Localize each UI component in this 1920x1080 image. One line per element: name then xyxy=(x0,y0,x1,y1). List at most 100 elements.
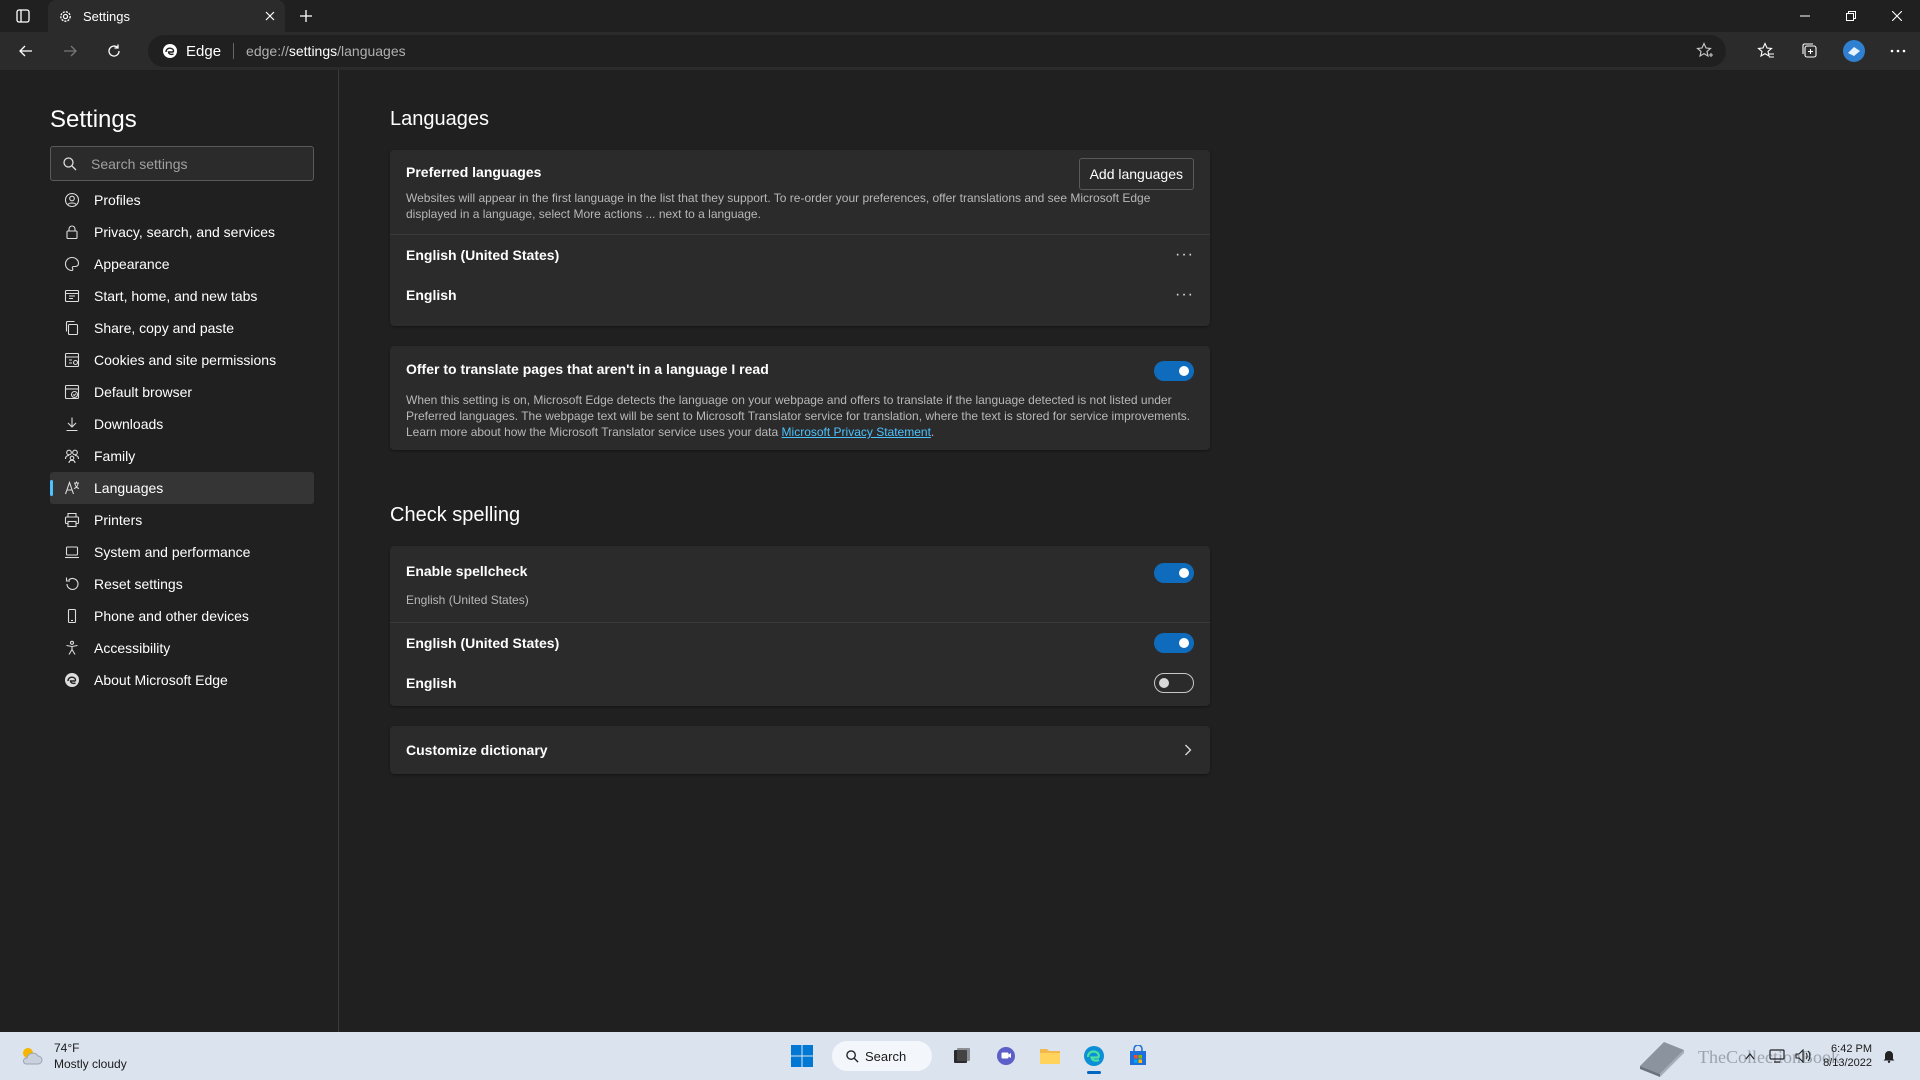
preferred-languages-title: Preferred languages xyxy=(406,164,542,180)
enable-spellcheck-title: Enable spellcheck xyxy=(406,563,528,579)
weather-text: 74°F Mostly cloudy xyxy=(54,1040,127,1072)
system-tray: 6:42 PM 8/13/2022 xyxy=(1745,1038,1896,1074)
edge-logo-icon xyxy=(163,44,177,58)
download-icon xyxy=(64,416,80,432)
enable-spellcheck-sub-row: English (United States) xyxy=(390,592,1210,622)
sidebar-item-default-browser[interactable]: Default browser xyxy=(50,376,314,408)
edge-icon xyxy=(1084,1046,1104,1066)
customize-dictionary-title: Customize dictionary xyxy=(406,742,548,758)
restore-button[interactable] xyxy=(1828,0,1874,32)
enable-spellcheck-row: Enable spellcheck xyxy=(390,546,1210,592)
share-icon xyxy=(64,320,80,336)
preferred-languages-header: Preferred languages Add languages xyxy=(390,150,1210,190)
tab-actions-icon xyxy=(16,9,30,23)
add-favorite-icon[interactable] xyxy=(1696,42,1714,60)
browser-toolbar: Edge edge://settings/languages xyxy=(0,32,1920,70)
sidebar-item-reset[interactable]: Reset settings xyxy=(50,568,314,600)
sidebar-item-languages[interactable]: Languages xyxy=(50,472,314,504)
cookies-icon xyxy=(64,352,80,368)
more-actions-button[interactable]: ··· xyxy=(1175,246,1194,264)
customize-dictionary-card[interactable]: Customize dictionary xyxy=(390,726,1210,774)
privacy-statement-link[interactable]: Microsoft Privacy Statement xyxy=(782,425,931,439)
spellcheck-language-row: English xyxy=(390,663,1210,703)
close-window-button[interactable] xyxy=(1874,0,1920,32)
search-icon xyxy=(63,156,77,170)
profile-icon xyxy=(64,192,80,208)
spellcheck-lang-toggle[interactable] xyxy=(1154,633,1194,653)
translate-row: Offer to translate pages that aren't in … xyxy=(390,346,1210,392)
sidebar-item-system[interactable]: System and performance xyxy=(50,536,314,568)
settings-sidebar: Settings Profiles Privacy, search, and s… xyxy=(0,70,339,1032)
back-button[interactable] xyxy=(8,35,44,67)
more-actions-button[interactable]: ··· xyxy=(1175,286,1194,304)
weather-widget[interactable]: 74°F Mostly cloudy xyxy=(18,1040,127,1072)
forward-button[interactable] xyxy=(52,35,88,67)
url-text: edge://settings/languages xyxy=(246,43,406,59)
sidebar-item-family[interactable]: Family xyxy=(50,440,314,472)
spellcheck-language-row: English (United States) xyxy=(390,623,1210,663)
tab-actions-button[interactable] xyxy=(0,0,46,32)
favorites-button[interactable] xyxy=(1744,32,1788,70)
sidebar-item-downloads[interactable]: Downloads xyxy=(50,408,314,440)
store-button[interactable] xyxy=(1118,1038,1158,1074)
translate-description: When this setting is on, Microsoft Edge … xyxy=(406,393,1191,439)
accessibility-icon xyxy=(64,640,80,656)
taskbar-search[interactable]: Search xyxy=(832,1041,932,1071)
search-settings-box[interactable] xyxy=(50,146,314,181)
search-icon xyxy=(846,1049,859,1063)
clock[interactable]: 6:42 PM 8/13/2022 xyxy=(1823,1042,1872,1070)
sidebar-title: Settings xyxy=(50,106,137,133)
network-icon[interactable] xyxy=(1769,1049,1785,1063)
start-button[interactable] xyxy=(782,1038,822,1074)
sidebar-item-profiles[interactable]: Profiles xyxy=(50,184,314,216)
notification-bell-icon[interactable] xyxy=(1882,1049,1896,1063)
sidebar-item-phone[interactable]: Phone and other devices xyxy=(50,600,314,632)
address-bar[interactable]: Edge edge://settings/languages xyxy=(148,35,1726,67)
edge-taskbar-button[interactable] xyxy=(1074,1038,1114,1074)
reset-icon xyxy=(64,576,80,592)
new-tab-button[interactable] xyxy=(292,0,320,32)
gear-icon xyxy=(60,10,71,22)
spellcheck-card: Enable spellcheck English (United States… xyxy=(390,546,1210,706)
minimize-button[interactable] xyxy=(1782,0,1828,32)
chevron-up-icon[interactable] xyxy=(1745,1052,1755,1060)
translate-title: Offer to translate pages that aren't in … xyxy=(406,361,769,377)
file-explorer-button[interactable] xyxy=(1030,1038,1070,1074)
sidebar-nav-list: Profiles Privacy, search, and services A… xyxy=(50,184,314,696)
printer-icon xyxy=(64,512,80,528)
sidebar-item-appearance[interactable]: Appearance xyxy=(50,248,314,280)
add-languages-button[interactable]: Add languages xyxy=(1078,158,1194,190)
edge-icon xyxy=(64,672,80,688)
store-icon xyxy=(1130,1045,1146,1065)
sidebar-item-share-copy[interactable]: Share, copy and paste xyxy=(50,312,314,344)
profile-avatar-button[interactable] xyxy=(1832,32,1876,70)
refresh-button[interactable] xyxy=(96,35,132,67)
sidebar-item-privacy[interactable]: Privacy, search, and services xyxy=(50,216,314,248)
translate-card: Offer to translate pages that aren't in … xyxy=(390,346,1210,450)
weather-temp: 74°F xyxy=(54,1041,80,1055)
minimize-icon xyxy=(1800,15,1810,17)
volume-icon[interactable] xyxy=(1795,1049,1811,1063)
sidebar-item-about[interactable]: About Microsoft Edge xyxy=(50,664,314,696)
close-icon xyxy=(1892,11,1902,21)
search-settings-input[interactable] xyxy=(91,155,291,172)
language-item: English (United States) ··· xyxy=(406,246,1194,264)
sidebar-item-cookies[interactable]: Cookies and site permissions xyxy=(50,344,314,376)
windows-logo-icon xyxy=(791,1045,813,1067)
sidebar-item-accessibility[interactable]: Accessibility xyxy=(50,632,314,664)
languages-heading: Languages xyxy=(390,108,489,130)
tab-settings[interactable]: Settings xyxy=(48,0,285,32)
sidebar-item-start-home[interactable]: Start, home, and new tabs xyxy=(50,280,314,312)
task-view-icon xyxy=(954,1048,970,1063)
more-menu-button[interactable] xyxy=(1876,32,1920,70)
spellcheck-toggle[interactable] xyxy=(1154,563,1194,583)
task-view-button[interactable] xyxy=(942,1038,982,1074)
translate-toggle[interactable] xyxy=(1154,361,1194,381)
weather-condition: Mostly cloudy xyxy=(54,1057,127,1071)
close-tab-icon[interactable] xyxy=(265,11,275,21)
teams-chat-button[interactable] xyxy=(986,1038,1026,1074)
collections-button[interactable] xyxy=(1788,32,1832,70)
customize-dictionary-row[interactable]: Customize dictionary xyxy=(390,726,1210,774)
sidebar-item-printers[interactable]: Printers xyxy=(50,504,314,536)
spellcheck-lang-toggle[interactable] xyxy=(1154,673,1194,693)
